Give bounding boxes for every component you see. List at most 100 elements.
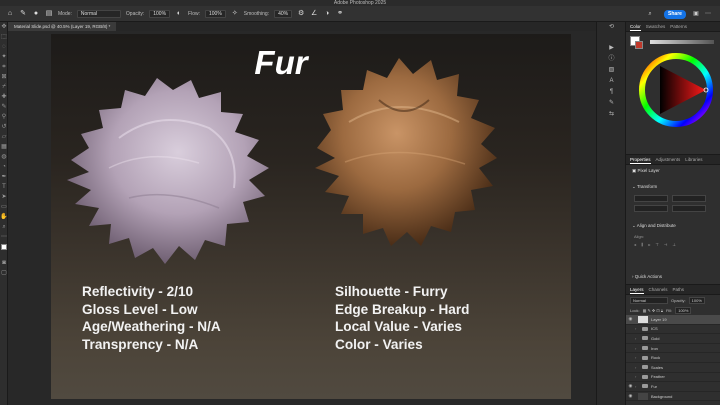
tab-paths[interactable]: Paths — [673, 285, 685, 294]
home-icon[interactable]: ⌂ — [6, 10, 14, 18]
align-middle-icon[interactable]: ⊣ — [664, 242, 667, 247]
move-tool-icon[interactable]: ✥ — [0, 22, 8, 32]
eye-icon[interactable]: ◉ — [626, 393, 635, 399]
transform-section-header[interactable]: ⌄ Transform — [626, 181, 720, 193]
align-bottom-icon[interactable]: ⊥ — [672, 242, 675, 247]
clone-source-icon[interactable]: ⇆ — [597, 109, 626, 120]
canvas-area[interactable]: Fur Reflectivity - 2/10 Gloss Level - Lo… — [8, 31, 596, 405]
chevron-right-icon[interactable]: › — [635, 355, 640, 360]
height-field[interactable] — [672, 195, 706, 202]
airbrush-icon[interactable]: ✧ — [231, 10, 239, 18]
character-icon[interactable]: A — [597, 76, 626, 87]
brush-preset-icon[interactable]: ● — [32, 10, 40, 18]
x-field[interactable] — [634, 205, 668, 212]
brushes-icon[interactable]: ✎ — [597, 98, 626, 109]
info-icon[interactable]: ⓘ — [597, 54, 626, 65]
play-actions-icon[interactable]: ▶ — [597, 43, 626, 54]
layer-row[interactable]: › ICS — [626, 325, 720, 335]
dodge-tool-icon[interactable]: ◔ — [0, 162, 8, 172]
layer-row[interactable]: › Gold — [626, 334, 720, 344]
mode-select[interactable]: Normal — [76, 9, 121, 18]
path-select-tool-icon[interactable]: ➤ — [0, 192, 8, 202]
chevron-right-icon[interactable]: › — [635, 384, 640, 389]
color-wheel[interactable] — [638, 52, 714, 128]
settings-icon[interactable]: ⋯ — [704, 10, 712, 18]
layer-row[interactable]: › Rock — [626, 353, 720, 363]
marquee-tool-icon[interactable]: ⬚ — [0, 32, 8, 42]
background-color-swatch[interactable] — [635, 41, 643, 49]
symmetry-icon[interactable]: ⚭ — [336, 10, 344, 18]
frame-tool-icon[interactable]: ⊠ — [0, 72, 8, 82]
layer-row[interactable]: ◉ Background — [626, 392, 720, 402]
smoothing-field[interactable]: 40% — [274, 9, 293, 18]
gradient-tool-icon[interactable]: ▦ — [0, 142, 8, 152]
quick-mask-icon[interactable]: ◙ — [0, 258, 8, 268]
layer-row[interactable]: › Scales — [626, 363, 720, 373]
glyphs-icon[interactable]: ▧ — [597, 65, 626, 76]
tab-layers[interactable]: Layers — [630, 285, 644, 294]
type-tool-icon[interactable]: T — [0, 182, 8, 192]
align-top-icon[interactable]: ⊤ — [655, 242, 658, 247]
smoothing-settings-icon[interactable]: ⚙ — [297, 10, 305, 18]
color-slider[interactable] — [650, 40, 714, 44]
layer-row[interactable]: ◉ › Fur — [626, 382, 720, 392]
shape-tool-icon[interactable]: ▭ — [0, 202, 8, 212]
search-icon[interactable]: ⌕ — [646, 10, 654, 18]
pen-tool-icon[interactable]: ✒ — [0, 172, 8, 182]
tab-adjustments[interactable]: Adjustments — [656, 155, 681, 164]
zoom-tool-icon[interactable]: ⌕ — [0, 222, 8, 232]
eye-icon[interactable]: ◉ — [626, 383, 635, 389]
tab-swatches[interactable]: Swatches — [646, 22, 666, 31]
opacity-field[interactable]: 100% — [149, 9, 171, 18]
y-field[interactable] — [672, 205, 706, 212]
layer-row[interactable]: ◉ Layer 19 — [626, 315, 720, 325]
paragraph-icon[interactable]: ¶ — [597, 87, 626, 98]
fill-field[interactable]: 100% — [675, 306, 692, 314]
width-field[interactable] — [634, 195, 668, 202]
eye-icon[interactable]: ◉ — [626, 316, 635, 322]
align-section-header[interactable]: ⌄ Align and Distribute — [626, 220, 720, 232]
layer-opacity-field[interactable]: 100% — [688, 296, 705, 304]
foreground-swatch[interactable] — [1, 244, 7, 250]
share-button[interactable]: Share — [664, 10, 686, 19]
layer-row[interactable]: › Feather — [626, 373, 720, 383]
pressure-size-icon[interactable]: ◑ — [323, 10, 331, 18]
brush-tool-icon[interactable]: ✎ — [19, 10, 27, 18]
more-tools-icon[interactable]: ⋯ — [0, 232, 8, 242]
healing-tool-icon[interactable]: ✚ — [0, 92, 8, 102]
history-brush-tool-icon[interactable]: ↺ — [0, 122, 8, 132]
foreground-background-colors[interactable] — [0, 244, 8, 258]
screen-mode-icon[interactable]: ▢ — [0, 268, 8, 278]
align-center-icon[interactable]: ⫼ — [641, 242, 643, 247]
eraser-tool-icon[interactable]: ▱ — [0, 132, 8, 142]
chevron-right-icon[interactable]: › — [635, 374, 640, 379]
layer-row[interactable]: › Iron — [626, 344, 720, 354]
brush-settings-icon[interactable]: ▤ — [45, 10, 53, 18]
blur-tool-icon[interactable]: ◍ — [0, 152, 8, 162]
tab-libraries[interactable]: Libraries — [685, 155, 702, 164]
hand-tool-icon[interactable]: ✋ — [0, 212, 8, 222]
document-tab[interactable]: Material Slide.psd @ 40.5% (Layer 19, RG… — [8, 22, 117, 31]
eyedropper-tool-icon[interactable]: ⌿ — [0, 82, 8, 92]
chevron-right-icon[interactable]: › — [635, 365, 640, 370]
clone-stamp-tool-icon[interactable]: ⚲ — [0, 112, 8, 122]
pressure-opacity-icon[interactable]: ◐ — [175, 10, 183, 18]
chevron-right-icon[interactable]: › — [635, 346, 640, 351]
tab-patterns[interactable]: Patterns — [670, 22, 687, 31]
tab-properties[interactable]: Properties — [630, 155, 651, 164]
brush-tool-icon[interactable]: ✎ — [0, 102, 8, 112]
chevron-right-icon[interactable]: › — [635, 336, 640, 341]
workspace-icon[interactable]: ▣ — [692, 10, 700, 18]
chevron-right-icon[interactable]: › — [635, 326, 640, 331]
crop-tool-icon[interactable]: ⌗ — [0, 62, 8, 72]
blend-mode-select[interactable]: Normal — [630, 296, 668, 304]
align-right-icon[interactable]: ⫸ — [648, 242, 650, 247]
tab-color[interactable]: Color — [630, 22, 641, 31]
lasso-tool-icon[interactable]: ◌ — [0, 42, 8, 52]
angle-icon[interactable]: ∠ — [310, 10, 318, 18]
quick-select-tool-icon[interactable]: ✦ — [0, 52, 8, 62]
artboard[interactable]: Fur Reflectivity - 2/10 Gloss Level - Lo… — [51, 34, 571, 399]
tab-channels[interactable]: Channels — [649, 285, 668, 294]
align-left-icon[interactable]: ⫷ — [634, 242, 636, 247]
flow-field[interactable]: 100% — [205, 9, 226, 18]
